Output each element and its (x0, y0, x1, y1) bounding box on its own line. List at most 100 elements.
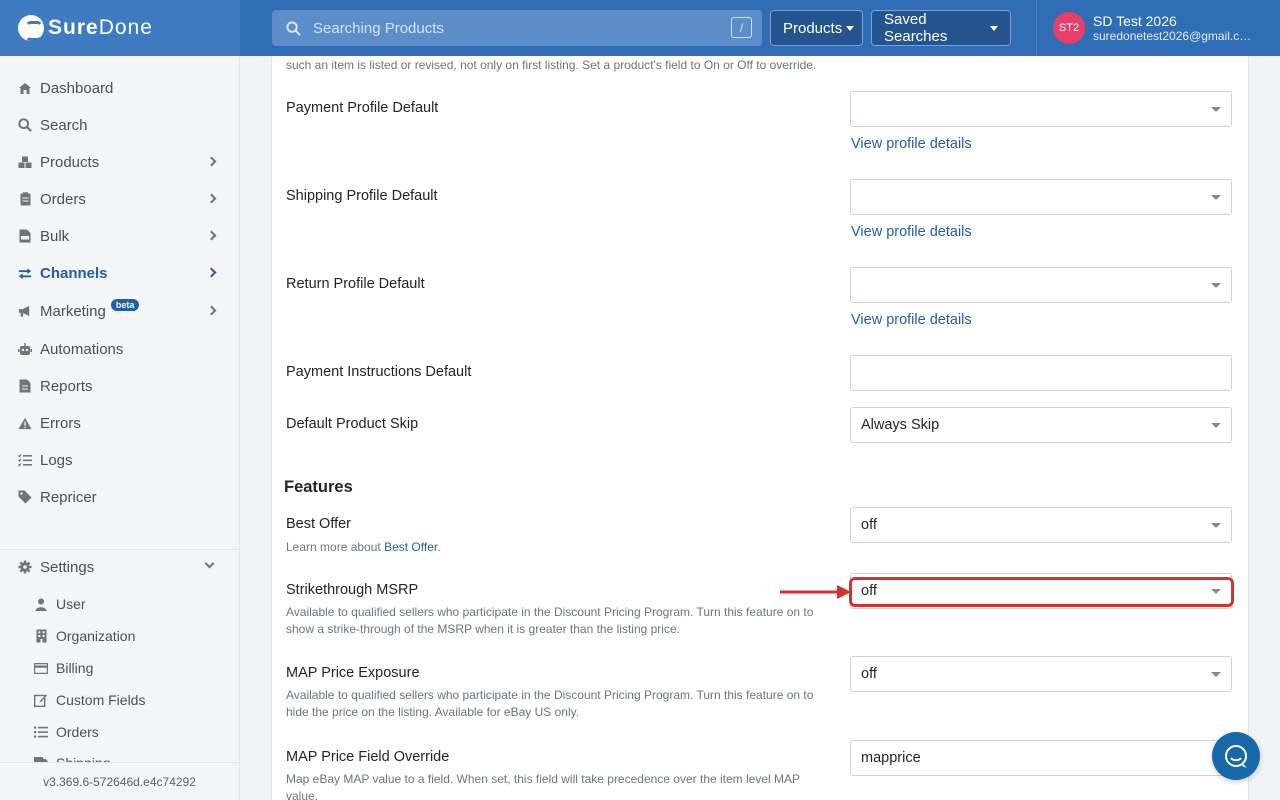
user-menu[interactable]: ST2 SD Test 2026 suredonetest2026@gmail.… (1036, 0, 1280, 56)
edit-icon (34, 693, 48, 707)
sidebar-item-label: Repricer (40, 488, 97, 506)
strikethrough-msrp-help: Available to qualified sellers who parti… (286, 605, 814, 636)
red-arrow-icon (780, 585, 851, 599)
clipboard-icon (18, 192, 32, 206)
best-offer-label: Best Offer (286, 516, 352, 532)
sidebar-item-errors[interactable]: Errors (0, 405, 239, 441)
shipping-profile-label: Shipping Profile Default (286, 188, 438, 204)
return-profile-select[interactable] (850, 267, 1232, 303)
saved-searches-label: Saved Searches (884, 11, 948, 45)
csv-file-icon (18, 229, 32, 243)
settings-item-organization[interactable]: Organization (34, 621, 135, 651)
report-icon (18, 379, 32, 393)
map-price-exposure-select[interactable]: off (850, 656, 1232, 692)
settings-item-billing[interactable]: Billing (34, 653, 93, 683)
sidebar-item-search[interactable]: Search (0, 107, 239, 143)
user-email: suredonetest2026@gmail.com (1093, 28, 1253, 43)
brand-name: SureDone (48, 16, 153, 39)
chevron-down-icon (204, 558, 215, 569)
tag-icon (18, 490, 32, 504)
caret-down-icon (846, 25, 855, 31)
sidebar-item-logs[interactable]: Logs (0, 442, 239, 478)
search-icon (286, 20, 301, 36)
sidebar-item-repricer[interactable]: Repricer (0, 479, 239, 515)
strikethrough-msrp-label: Strikethrough MSRP (286, 582, 419, 598)
shipping-profile-select[interactable] (850, 179, 1232, 215)
best-offer-select[interactable]: off (850, 507, 1232, 543)
chevron-right-icon (206, 156, 217, 167)
shipping-profile-details-link[interactable]: View profile details (851, 224, 972, 240)
sidebar-item-products[interactable]: Products (0, 144, 239, 180)
strikethrough-msrp-value: off (861, 583, 877, 599)
saved-searches-dropdown-button[interactable]: Saved Searches (871, 10, 1011, 46)
caret-down-icon (1211, 423, 1221, 428)
map-price-field-override-label: MAP Price Field Override (286, 749, 450, 765)
product-search-bar[interactable]: / (272, 10, 762, 46)
sidebar-item-reports[interactable]: Reports (0, 368, 239, 404)
megaphone-icon (18, 304, 32, 318)
chevron-right-icon (206, 193, 217, 204)
sidebar-item-channels[interactable]: Channels (0, 255, 239, 291)
caret-down-icon (990, 25, 998, 31)
app-version: v3.369.6-572646d.e4c74292 (0, 762, 239, 800)
home-icon (18, 81, 32, 95)
sidebar-item-label: Automations (40, 340, 124, 358)
default-product-skip-select[interactable]: Always Skip (850, 407, 1232, 443)
list-icon (34, 725, 48, 739)
sidebar-item-orders[interactable]: Orders (0, 181, 239, 217)
settings-item-label: Organization (56, 628, 136, 644)
sidebar-item-label: Dashboard (40, 79, 114, 97)
chat-icon (1225, 745, 1247, 768)
return-profile-details-link[interactable]: View profile details (851, 312, 972, 328)
payment-instructions-label: Payment Instructions Default (286, 364, 472, 380)
building-icon (34, 629, 48, 643)
map-price-exposure-label: MAP Price Exposure (286, 665, 420, 681)
caret-down-icon (1211, 589, 1221, 594)
settings-item-orders[interactable]: Orders (34, 717, 99, 747)
chevron-right-icon (206, 230, 217, 241)
payment-profile-details-link[interactable]: View profile details (851, 136, 972, 152)
settings-item-label: Billing (56, 660, 94, 676)
strikethrough-msrp-select[interactable]: off (850, 573, 1232, 609)
sidebar-item-automations[interactable]: Automations (0, 331, 239, 367)
sidebar-item-marketing[interactable]: Marketing beta (0, 293, 239, 329)
list-icon (18, 453, 32, 467)
sidebar-item-dashboard[interactable]: Dashboard (0, 70, 239, 106)
brand-logo-area[interactable]: SureDone (0, 0, 240, 56)
sidebar-item-settings[interactable]: Settings (0, 549, 239, 585)
products-dropdown-label: Products (783, 19, 843, 37)
caret-down-icon (1211, 195, 1221, 200)
sidebar-item-label: Settings (40, 558, 95, 576)
sidebar-item-label: Logs (40, 451, 73, 469)
search-shortcut-key: / (731, 17, 752, 38)
sidebar-item-label: Bulk (40, 227, 70, 245)
caret-down-icon (1211, 107, 1221, 112)
top-header: SureDone / Products Saved Searches ST2 S… (0, 0, 1280, 56)
payment-profile-label: Payment Profile Default (286, 100, 439, 116)
beta-badge: beta (110, 299, 140, 311)
chevron-right-icon (206, 305, 217, 316)
search-icon (18, 118, 32, 132)
sidebar-item-label: Products (40, 153, 100, 171)
best-offer-learn-more-link[interactable]: Best Offer (384, 540, 437, 554)
return-profile-label: Return Profile Default (286, 276, 425, 292)
gear-icon (18, 560, 32, 574)
payment-instructions-input[interactable] (850, 355, 1232, 391)
user-icon (34, 597, 48, 611)
search-input[interactable] (313, 19, 713, 37)
payment-profile-select[interactable] (850, 91, 1232, 127)
settings-item-custom-fields[interactable]: Custom Fields (34, 685, 145, 715)
caret-down-icon (1211, 283, 1221, 288)
caret-down-icon (1211, 523, 1221, 528)
sidebar-item-label: Errors (40, 414, 81, 432)
products-dropdown-button[interactable]: Products (770, 10, 863, 46)
sidebar-item-label: Marketing (40, 302, 106, 320)
field-help-text: such an item is listed or revised, not o… (286, 58, 817, 72)
settings-item-user[interactable]: User (34, 589, 86, 619)
chat-launcher-button[interactable] (1212, 732, 1260, 780)
caret-down-icon (1211, 672, 1221, 677)
map-price-field-override-input[interactable] (850, 740, 1232, 776)
features-section-title: Features (284, 478, 353, 496)
sidebar: Dashboard Search Products Orders Bulk Ch… (0, 56, 240, 800)
sidebar-item-bulk[interactable]: Bulk (0, 218, 239, 254)
